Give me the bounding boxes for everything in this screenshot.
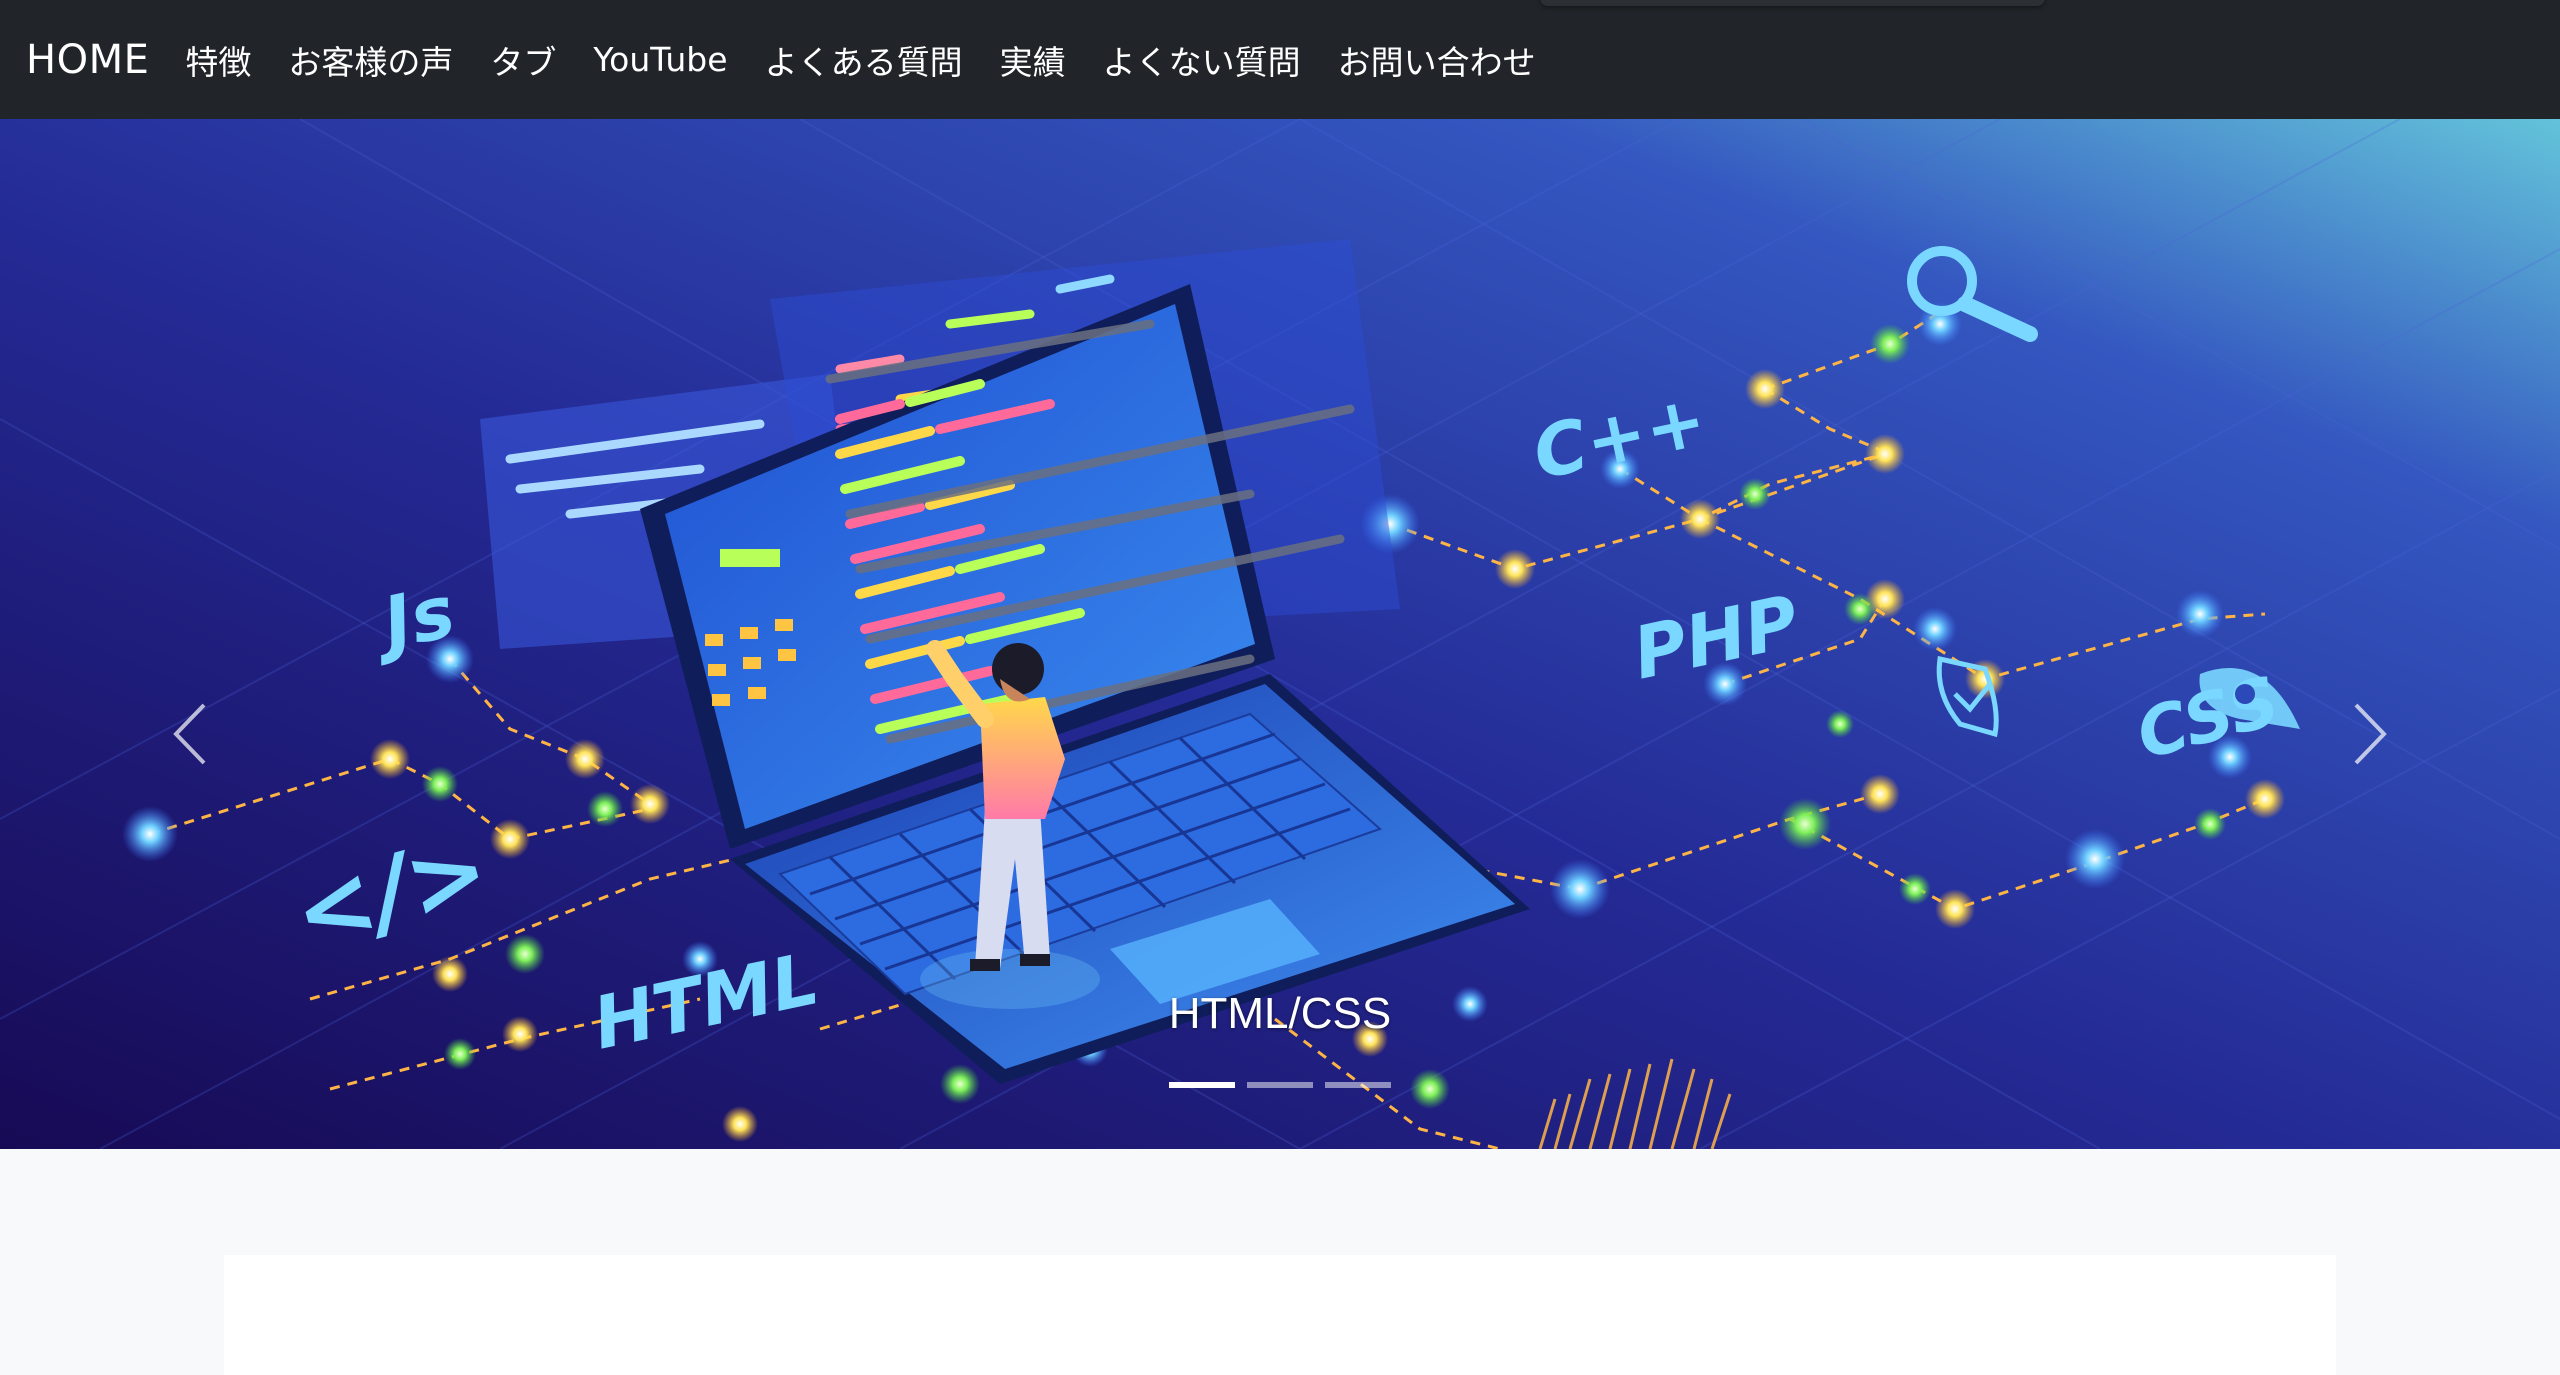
- carousel-indicator-1[interactable]: [1169, 1082, 1235, 1088]
- brand-home-link[interactable]: HOME: [26, 37, 149, 83]
- nav-link-achievements[interactable]: 実績: [1000, 36, 1066, 84]
- chevron-right-icon: [2354, 703, 2387, 765]
- nav-link-features[interactable]: 特徴: [185, 36, 251, 84]
- carousel-indicators: [0, 1082, 2560, 1088]
- nav-link-testimonials[interactable]: お客様の声: [288, 36, 453, 84]
- top-navbar: HOME 特徴 お客様の声 タブ YouTube よくある質問 実績 よくない質…: [0, 0, 2560, 119]
- nav-link-tabs[interactable]: タブ: [490, 36, 556, 84]
- dropdown-popup-edge: [1540, 0, 2045, 6]
- carousel-indicator-2[interactable]: [1247, 1082, 1313, 1088]
- carousel-indicator-3[interactable]: [1325, 1082, 1391, 1088]
- carousel-prev-button[interactable]: [150, 679, 230, 789]
- nav-link-youtube[interactable]: YouTube: [593, 40, 727, 79]
- nav-link-faq[interactable]: よくある質問: [765, 36, 963, 84]
- nav-links: 特徴 お客様の声 タブ YouTube よくある質問 実績 よくない質問 お問い…: [185, 36, 1572, 84]
- hero-carousel: Js </> HTML C++ PHP CSS HTML/CSS: [0, 119, 2560, 1149]
- main-content-card: [224, 1255, 2336, 1375]
- carousel-caption: HTML/CSS: [1168, 989, 1392, 1038]
- nav-link-contact[interactable]: お問い合わせ: [1338, 36, 1536, 84]
- chevron-left-icon: [173, 703, 206, 765]
- carousel-next-button[interactable]: [2330, 679, 2410, 789]
- nav-link-bad-questions[interactable]: よくない質問: [1103, 36, 1301, 84]
